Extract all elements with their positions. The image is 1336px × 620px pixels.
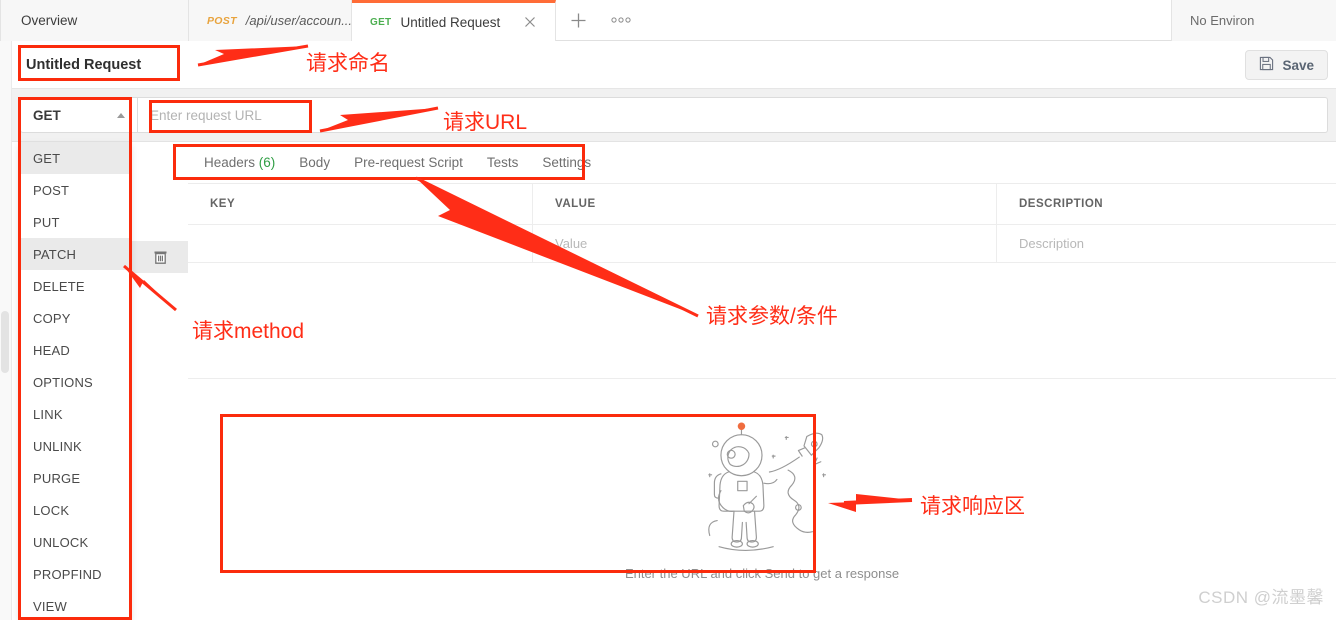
method-option-get[interactable]: GET [19,142,131,174]
tab-method-label: POST [207,14,237,27]
method-option-link[interactable]: LINK [19,398,131,430]
annotation-request-method: 请求method [192,320,305,343]
method-dropdown-list[interactable]: GET POST PUT PATCH DELETE COPY HEAD OPTI… [18,142,132,620]
postman-window: Overview POST /api/user/accoun... GET Un… [0,0,1336,620]
annotation-request-params: 请求参数/条件 [706,305,838,328]
method-option-options[interactable]: OPTIONS [19,366,131,398]
method-option-post[interactable]: POST [19,174,131,206]
environment-selector[interactable]: No Environ [1171,0,1336,41]
environment-label: No Environ [1190,13,1255,28]
tab-overview[interactable]: Overview [0,0,189,41]
method-option-view[interactable]: VIEW [19,590,131,619]
tab-label: Untitled Request [400,14,501,30]
tab-tests[interactable]: Tests [487,155,519,170]
response-hint-text: Enter the URL and click Send to get a re… [624,565,900,581]
method-option-delete[interactable]: DELETE [19,270,131,302]
arrow-response-area [828,494,913,512]
csdn-watermark: CSDN @流墨馨 [1198,588,1324,607]
method-option-purge[interactable]: PURGE [19,462,131,494]
new-tab-button[interactable] [556,0,602,40]
method-selector[interactable]: GET [20,97,138,133]
request-tabs: Headers (6) Body Pre-request Script Test… [188,142,1336,184]
annotation-response-area: 请求响应区 [920,495,1025,518]
method-option-propfind[interactable]: PROPFIND [19,558,131,590]
sidebar-rail [0,41,12,620]
tab-headers[interactable]: Headers (6) [204,155,275,170]
tab-body[interactable]: Body [299,155,330,170]
sidebar-scrollbar[interactable] [1,311,9,373]
annotation-request-url: 请求URL [443,111,528,134]
url-bar: GET Enter request URL [12,89,1336,142]
response-area: Enter the URL and click Send to get a re… [188,380,1336,620]
method-option-head[interactable]: HEAD [19,334,131,366]
headers-count: (6) [258,155,276,170]
method-option-unlink[interactable]: UNLINK [19,430,131,462]
header-description-input[interactable]: Description [997,225,1336,262]
save-button[interactable]: Save [1245,50,1328,80]
astronaut-rocket-illustration [687,416,837,556]
method-option-patch[interactable]: PATCH [19,238,131,270]
tab-settings[interactable]: Settings [542,155,591,170]
tab-label: Overview [21,13,78,28]
tab-untitled-request[interactable]: GET Untitled Request [352,0,557,42]
tab-headers-label: Headers [204,155,256,170]
tab-options-button[interactable] [601,0,642,40]
floppy-disk-icon [1259,56,1274,74]
method-option-copy[interactable]: COPY [19,302,131,334]
request-main-panel: Headers (6) Body Pre-request Script Test… [188,142,1336,620]
method-selector-label: GET [33,107,61,123]
tab-pre-request-script[interactable]: Pre-request Script [354,155,463,170]
save-button-label: Save [1282,57,1314,73]
chevron-up-icon [117,112,125,118]
arrow-request-params [415,176,699,318]
table-row[interactable]: Value Description [188,225,1336,263]
annotation-request-name: 请求命名 [306,52,390,75]
method-option-lock[interactable]: LOCK [19,494,131,526]
tab-bar-filler [641,0,1171,40]
arrow-request-method [123,264,177,312]
tab-method-label: GET [370,16,392,28]
arrow-request-url [319,106,439,133]
tab-label: /api/user/accoun... [245,13,353,28]
tab-bar: Overview POST /api/user/accoun... GET Un… [0,0,1336,42]
headers-table-header: KEY VALUE DESCRIPTION [188,184,1336,225]
method-option-put[interactable]: PUT [19,206,131,238]
tab-post-request[interactable]: POST /api/user/accoun... [189,0,352,41]
request-name-field[interactable]: Untitled Request [22,51,145,79]
arrow-request-name [197,44,309,67]
column-header-description: DESCRIPTION [1019,198,1104,210]
close-icon[interactable] [523,15,537,29]
method-option-unlock[interactable]: UNLOCK [19,526,131,558]
